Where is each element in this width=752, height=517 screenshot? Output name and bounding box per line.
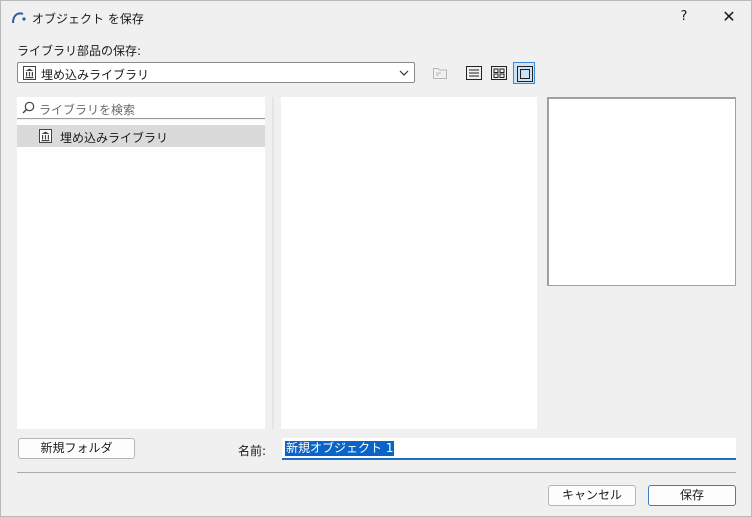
library-icon <box>23 66 36 80</box>
footer-divider <box>17 472 736 473</box>
library-select[interactable]: 埋め込みライブラリ <box>17 62 415 83</box>
folder-contents-panel[interactable] <box>281 97 537 429</box>
library-select-value: 埋め込みライブラリ <box>41 68 150 82</box>
save-location-label: ライブラリ部品の保存: <box>17 44 142 58</box>
pane-splitter[interactable] <box>272 97 274 429</box>
library-tree[interactable]: 埋め込みライブラリ <box>17 120 265 429</box>
grid-view-icon <box>491 66 507 80</box>
help-button[interactable]: ? <box>671 5 697 29</box>
new-folder-icon <box>433 68 447 79</box>
cancel-button[interactable]: キャンセル <box>548 485 636 506</box>
tree-item-label: 埋め込みライブラリ <box>60 131 169 145</box>
object-name-input[interactable]: 新規オブジェクト 1 <box>282 438 736 460</box>
list-view-button[interactable] <box>463 62 485 84</box>
preview-view-icon <box>517 66 533 82</box>
search-icon <box>22 101 35 114</box>
library-search-input[interactable]: ライブラリを検索 <box>17 97 265 119</box>
save-object-dialog: オブジェクト を保存 ? ✕ ライブラリ部品の保存: 埋め込みライブラリ ライブ… <box>0 0 752 517</box>
search-placeholder: ライブラリを検索 <box>39 103 136 117</box>
new-folder-tool-button[interactable] <box>429 62 451 84</box>
new-folder-button[interactable]: 新規フォルダ <box>18 438 135 459</box>
save-button[interactable]: 保存 <box>648 485 736 506</box>
preview-panel <box>547 97 736 286</box>
library-icon <box>39 129 52 143</box>
archicad-logo-icon <box>12 12 26 24</box>
close-button[interactable]: ✕ <box>715 5 743 29</box>
preview-view-button[interactable] <box>513 62 535 84</box>
window-title: オブジェクト を保存 <box>32 12 144 26</box>
list-view-icon <box>466 66 482 80</box>
tree-item-embedded-library[interactable]: 埋め込みライブラリ <box>17 125 265 147</box>
name-label: 名前: <box>238 444 267 458</box>
object-name-value: 新規オブジェクト 1 <box>285 441 395 456</box>
grid-view-button[interactable] <box>488 62 510 84</box>
chevron-down-icon <box>399 70 409 76</box>
title-bar: オブジェクト を保存 ? ✕ <box>1 1 751 33</box>
